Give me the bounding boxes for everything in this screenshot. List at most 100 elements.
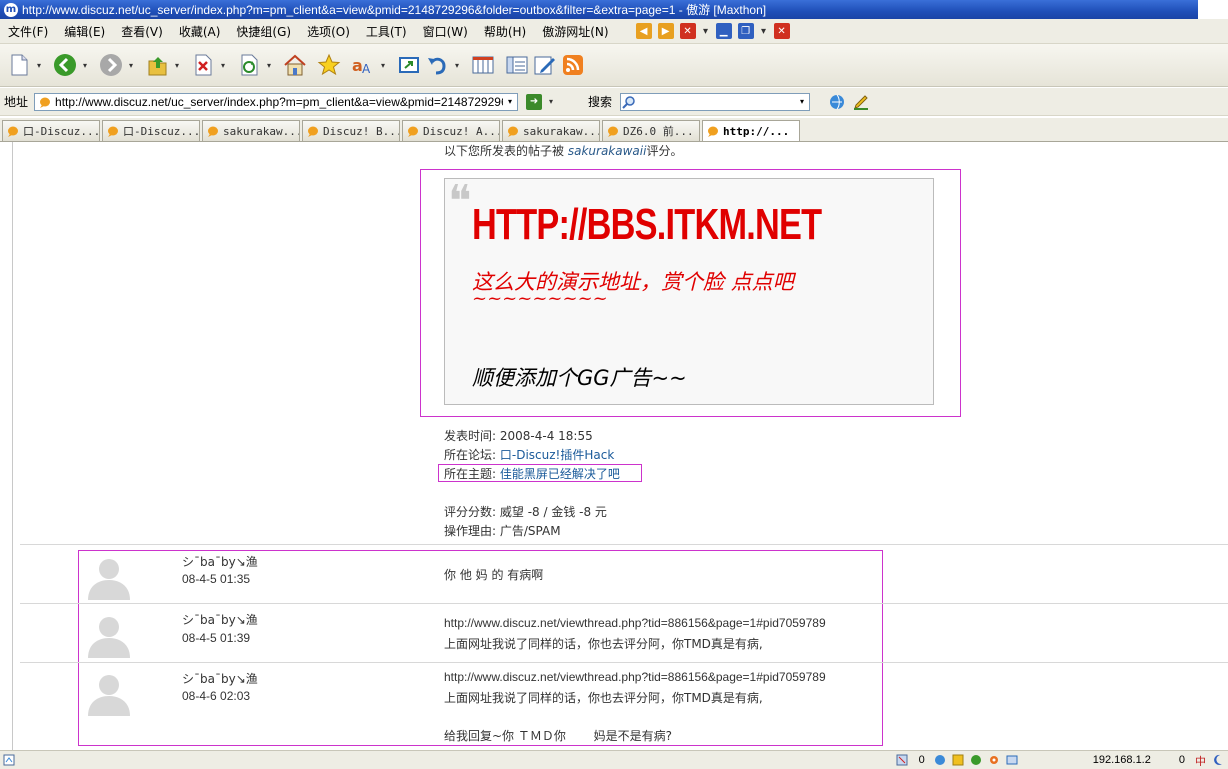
tab-discuz-a[interactable]: Discuz! A... <box>402 120 500 141</box>
tab-label: sakurakaw... <box>523 124 600 138</box>
tab-label: Discuz! A... <box>423 124 500 138</box>
status-right-count: 0 <box>1178 754 1185 766</box>
rate-user-link[interactable]: sakurakawaii <box>568 144 647 158</box>
undo-dropdown[interactable]: ▾ <box>452 61 462 70</box>
status-ip: 192.168.1.2 <box>1092 754 1151 766</box>
screenshot-icon[interactable] <box>1006 754 1018 766</box>
tab-label: 口-Discuz... <box>123 125 200 138</box>
tab-discuz-2[interactable]: 口-Discuz... <box>102 120 200 141</box>
translate-dropdown[interactable]: ▾ <box>378 61 388 70</box>
restore-icon[interactable]: ❐ <box>737 23 754 39</box>
ime-icon[interactable]: 中 <box>1195 754 1207 766</box>
tab-favicon-icon <box>308 126 318 137</box>
new-page-button[interactable] <box>6 52 32 78</box>
menu-tools[interactable]: 工具(T) <box>358 23 415 40</box>
tab-discuz-1[interactable]: 口-Discuz... <box>2 120 100 141</box>
new-page-icon <box>11 54 28 76</box>
tab-sakurakawaii-2[interactable]: sakurakaw... <box>502 120 600 141</box>
new-page-dropdown[interactable]: ▾ <box>34 61 44 70</box>
tab-favicon-icon <box>508 126 518 137</box>
reply-text: 你 他 妈 的 有病啊 <box>444 568 544 582</box>
quote-mark-icon: ❝ <box>448 176 472 227</box>
favorites-button[interactable] <box>316 52 342 78</box>
forward-dropdown[interactable]: ▾ <box>126 61 136 70</box>
tab-dz6[interactable]: DZ6.0 前... <box>602 120 700 141</box>
tab-discuz-b[interactable]: Discuz! B... <box>302 120 400 141</box>
reply-link[interactable]: http://www.discuz.net/viewthread.php?tid… <box>444 616 826 630</box>
menu-maxthon-sites[interactable]: 傲游网址(N) <box>534 23 616 40</box>
close-tab-icon[interactable]: ✕ <box>679 23 696 39</box>
rate-intro-prefix: 以下您所发表的帖子被 <box>444 144 565 158</box>
address-dropdown[interactable]: ▾ <box>503 97 517 106</box>
prev-tab-icon[interactable]: ◀ <box>635 23 652 39</box>
cleaner-icon[interactable] <box>934 754 946 766</box>
menu-options[interactable]: 选项(O) <box>299 23 358 40</box>
fullscreen-button[interactable] <box>396 52 422 78</box>
tab-sakurakawaii-1[interactable]: sakurakaw... <box>202 120 300 141</box>
chevron-down-icon[interactable]: ▾ <box>702 23 710 39</box>
tab-favicon-icon <box>408 126 418 137</box>
undo-close-button[interactable] <box>424 52 450 78</box>
search-input[interactable]: ▾ <box>620 92 811 111</box>
address-input[interactable]: http://www.discuz.net/uc_server/index.ph… <box>34 92 519 111</box>
chevron-down-icon[interactable]: ▾ <box>760 23 768 39</box>
menu-favorites[interactable]: 收藏(A) <box>171 23 229 40</box>
tab-favicon-icon <box>208 126 218 137</box>
forum-label: 所在论坛: <box>444 448 497 462</box>
menu-view[interactable]: 查看(V) <box>113 23 171 40</box>
next-tab-icon[interactable]: ▶ <box>657 23 674 39</box>
back-button[interactable] <box>52 52 78 78</box>
stop-dropdown[interactable]: ▾ <box>218 61 228 70</box>
close-window-icon[interactable]: ✕ <box>773 23 790 39</box>
reply-date: 08-4-5 01:35 <box>182 572 251 586</box>
tab-current[interactable]: http://... <box>702 120 800 141</box>
topic-link[interactable]: 佳能黑屏已经解决了吧 <box>500 467 620 481</box>
moon-icon[interactable] <box>1213 754 1225 766</box>
stop-button[interactable] <box>190 52 216 78</box>
up-button[interactable] <box>144 52 170 78</box>
translate-button[interactable]: aA <box>350 52 376 78</box>
avatar[interactable] <box>86 670 132 716</box>
menu-help[interactable]: 帮助(H) <box>476 23 534 40</box>
avatar[interactable] <box>86 554 132 600</box>
menu-file[interactable]: 文件(F) <box>0 23 56 40</box>
popup-blocker-icon[interactable] <box>896 754 908 766</box>
sidebar-button[interactable] <box>504 52 530 78</box>
reply-author[interactable]: シ¯ba¯by↘渔 <box>182 553 258 570</box>
reply-link[interactable]: http://www.discuz.net/viewthread.php?tid… <box>444 670 826 684</box>
security-icon[interactable] <box>952 754 964 766</box>
highlight-icon[interactable] <box>852 93 870 111</box>
menu-edit[interactable]: 编辑(E) <box>56 23 113 40</box>
search-dropdown[interactable]: ▾ <box>795 97 809 106</box>
reply-author[interactable]: シ¯ba¯by↘渔 <box>182 611 258 628</box>
reason-value: 广告/SPAM <box>499 524 561 538</box>
refresh-dropdown[interactable]: ▾ <box>264 61 274 70</box>
avatar[interactable] <box>86 612 132 658</box>
menu-groups[interactable]: 快捷组(G) <box>228 23 299 40</box>
menu-window[interactable]: 窗口(W) <box>415 23 476 40</box>
quoted-ad-text: 顺便添加个GG广告~~ <box>472 366 687 390</box>
rss-button[interactable] <box>560 52 586 78</box>
forum-row: 所在论坛: 口-Discuz!插件Hack <box>444 446 614 463</box>
maxthon-logo-icon: m <box>4 2 18 17</box>
minimize-icon[interactable]: ▁ <box>715 23 732 39</box>
up-dropdown[interactable]: ▾ <box>172 61 182 70</box>
forward-button[interactable] <box>98 52 124 78</box>
network-icon[interactable] <box>970 754 982 766</box>
columns-button[interactable] <box>470 52 496 78</box>
go-button[interactable]: ➜ <box>526 93 543 110</box>
quoted-red-tilde: ~~~~~~~~~ <box>472 288 608 309</box>
reply-author[interactable]: シ¯ba¯by↘渔 <box>182 670 258 687</box>
search-engine-icon[interactable] <box>828 93 846 111</box>
forum-link[interactable]: 口-Discuz!插件Hack <box>500 448 614 462</box>
refresh-button[interactable] <box>236 52 262 78</box>
back-dropdown[interactable]: ▾ <box>80 61 90 70</box>
gear-icon[interactable] <box>988 754 1000 766</box>
title-bar: m http://www.discuz.net/uc_server/index.… <box>0 0 1228 19</box>
stop-icon <box>195 54 212 76</box>
go-dropdown[interactable]: ▾ <box>546 97 556 106</box>
window-title: http://www.discuz.net/uc_server/index.ph… <box>22 3 767 17</box>
notes-button[interactable] <box>532 52 558 78</box>
home-button[interactable] <box>282 52 308 78</box>
post-time-row: 发表时间: 2008-4-4 18:55 <box>444 427 593 444</box>
